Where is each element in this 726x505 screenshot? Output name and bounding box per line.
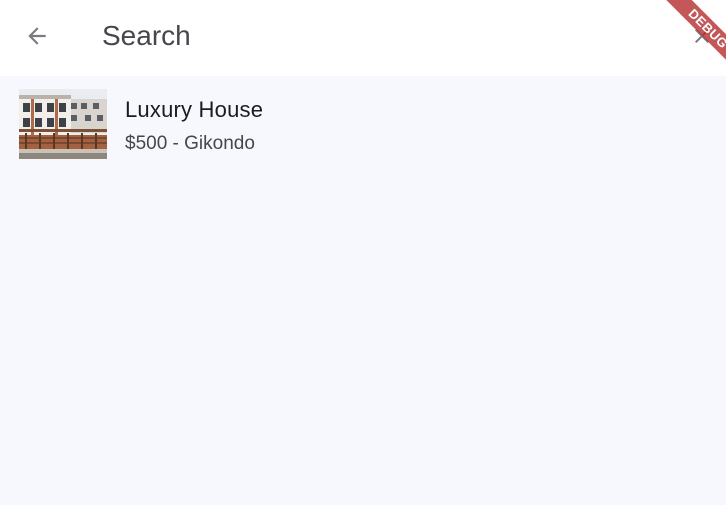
item-subtitle: $500 - Gikondo — [125, 133, 255, 154]
clear-search-button[interactable] — [680, 14, 724, 58]
house-thumbnail — [19, 89, 107, 159]
app-bar — [0, 0, 726, 76]
back-button[interactable] — [13, 12, 61, 60]
arrow-back-icon — [28, 27, 46, 45]
item-title: Luxury House — [125, 97, 264, 122]
close-icon — [695, 29, 709, 43]
list-item[interactable]: Luxury House $500 - Gikondo — [0, 76, 726, 170]
search-results-list: Luxury House $500 - Gikondo — [0, 76, 726, 505]
search-input[interactable] — [100, 14, 642, 58]
